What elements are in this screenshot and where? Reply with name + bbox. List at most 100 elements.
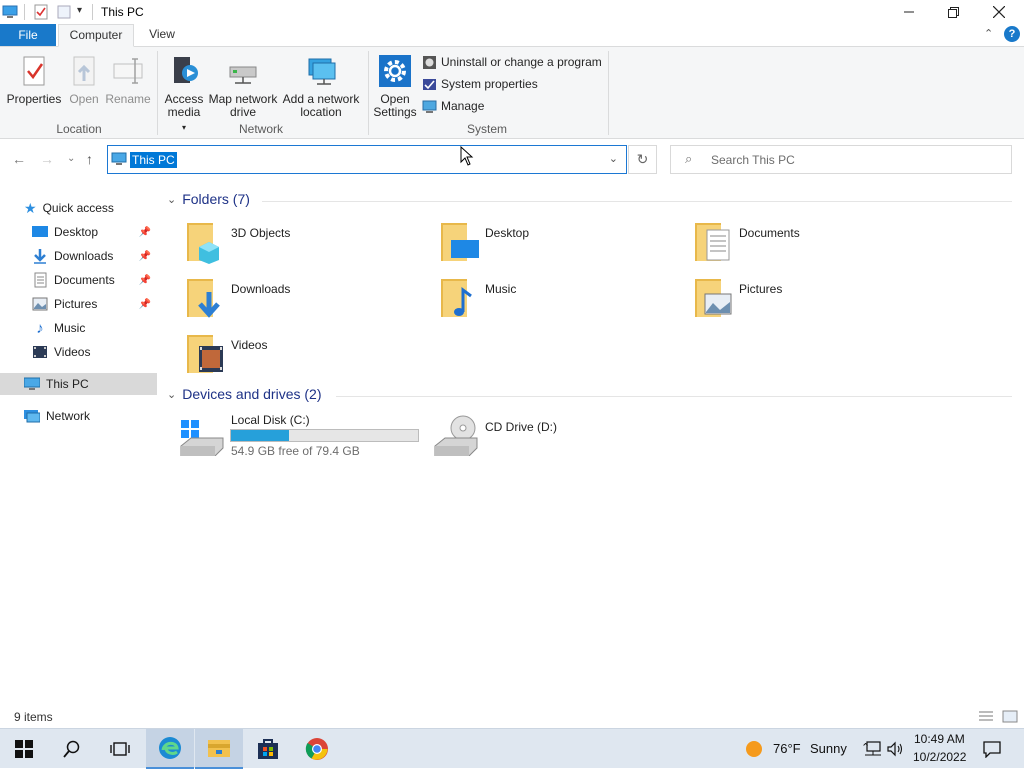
minimize-button[interactable] — [886, 0, 932, 24]
quick-access-dropdown-icon[interactable]: ▾ — [77, 5, 82, 16]
pin-icon[interactable]: 📌 — [139, 227, 151, 238]
add-network-location-button[interactable]: Add a network location — [280, 55, 362, 119]
search-taskbar-button[interactable] — [48, 729, 96, 769]
taskbar-file-explorer-button[interactable] — [195, 729, 243, 769]
windows-logo-icon — [15, 740, 33, 758]
address-path[interactable]: This PC — [130, 152, 177, 168]
sidebar-item-downloads[interactable]: Downloads 📌 — [0, 245, 157, 267]
collapse-ribbon-icon[interactable]: ⌃ — [984, 27, 993, 40]
taskbar-edge-button[interactable] — [146, 729, 194, 769]
forward-arrow-icon[interactable]: → — [40, 151, 54, 167]
folder-3d-objects[interactable]: 3D Objects — [185, 220, 425, 270]
back-arrow-icon[interactable]: ← — [12, 151, 26, 167]
group-network-label: Network — [238, 122, 283, 136]
properties-quick-icon[interactable] — [33, 4, 49, 20]
open-button[interactable]: Open — [66, 55, 102, 106]
close-button[interactable] — [976, 0, 1022, 24]
tab-computer[interactable]: Computer — [58, 24, 134, 47]
large-icons-view-icon[interactable] — [1002, 710, 1018, 723]
desktop-icon — [32, 226, 48, 237]
sidebar-item-documents[interactable]: Documents 📌 — [0, 269, 157, 291]
manage-icon — [422, 100, 437, 113]
sidebar-item-desktop[interactable]: Desktop 📌 — [0, 221, 157, 243]
weather-description[interactable]: Sunny — [810, 741, 847, 756]
taskbar: 76°F Sunny ⌃ 10:49 AM 10/2/2022 — [0, 728, 1024, 769]
sidebar-item-pictures[interactable]: Pictures 📌 — [0, 293, 157, 315]
network-status-icon[interactable] — [864, 741, 882, 757]
drive-cd-d[interactable]: CD Drive (D:) — [433, 412, 683, 462]
clock-time[interactable]: 10:49 AM — [914, 732, 965, 746]
recent-locations-chevron-icon[interactable]: ⌄ — [67, 153, 75, 164]
properties-button[interactable]: Properties — [6, 55, 62, 106]
devices-section-header[interactable]: ⌄ Devices and drives (2) — [167, 386, 322, 402]
add-location-label-2: location — [300, 105, 342, 119]
new-folder-quick-icon[interactable] — [56, 4, 72, 20]
taskbar-store-button[interactable] — [244, 729, 292, 769]
store-icon — [258, 739, 278, 759]
maximize-button[interactable] — [930, 0, 976, 24]
folder-documents[interactable]: Documents — [693, 220, 933, 270]
folder-music[interactable]: Music — [439, 276, 679, 326]
help-icon[interactable]: ? — [1004, 26, 1020, 42]
sidebar-item-music[interactable]: ♪ Music — [0, 317, 157, 339]
access-media-button[interactable]: Access media ▾ — [162, 55, 206, 134]
sidebar-label: Music — [54, 321, 86, 335]
start-button[interactable] — [0, 729, 48, 769]
notifications-icon[interactable] — [982, 740, 1002, 758]
folder-videos-icon — [187, 335, 223, 373]
system-properties-button[interactable]: System properties — [422, 75, 538, 93]
manage-button[interactable]: Manage — [422, 97, 484, 115]
folder-label: Documents — [739, 226, 800, 240]
refresh-button[interactable]: ↻ — [628, 145, 657, 174]
properties-icon — [23, 56, 45, 86]
tab-view[interactable]: View — [138, 24, 186, 47]
sidebar-item-quick-access[interactable]: ★ Quick access — [0, 197, 157, 219]
folder-pictures-icon — [695, 279, 732, 317]
pin-icon[interactable]: 📌 — [139, 299, 151, 310]
folder-downloads[interactable]: Downloads — [185, 276, 425, 326]
documents-icon — [34, 272, 47, 288]
clock-date[interactable]: 10/2/2022 — [913, 750, 966, 764]
manage-label: Manage — [441, 99, 485, 113]
pin-icon[interactable]: 📌 — [139, 251, 151, 262]
ribbon-separator — [368, 51, 369, 135]
sidebar-item-this-pc[interactable]: This PC — [0, 373, 157, 395]
access-media-label: Access media — [164, 92, 204, 119]
taskbar-chrome-button[interactable] — [293, 729, 341, 769]
sunny-weather-icon[interactable] — [745, 740, 763, 758]
folders-section-header[interactable]: ⌄ Folders (7) — [167, 191, 250, 207]
open-icon — [73, 56, 95, 86]
details-view-icon[interactable] — [978, 710, 994, 723]
drive-label: Local Disk (C:) — [231, 413, 310, 427]
folder-label: Desktop — [485, 226, 530, 240]
map-network-drive-button[interactable]: Map network drive — [207, 55, 279, 119]
folder-documents-icon — [695, 223, 730, 261]
uninstall-program-button[interactable]: Uninstall or change a program — [422, 53, 602, 71]
task-view-button[interactable] — [96, 729, 144, 769]
address-dropdown-chevron-icon[interactable]: ⌄ — [609, 152, 618, 165]
computer-icon[interactable] — [2, 4, 18, 20]
address-bar[interactable]: This PC ⌄ — [107, 145, 627, 174]
folder-videos[interactable]: Videos — [185, 332, 425, 382]
videos-icon — [33, 346, 47, 358]
navigation-pane: ★ Quick access Desktop 📌 Downloads 📌 Doc… — [0, 190, 157, 700]
devices-header-label: Devices and drives (2) — [182, 386, 322, 402]
folder-desktop[interactable]: Desktop — [439, 220, 679, 270]
pin-icon[interactable]: 📌 — [139, 275, 151, 286]
sidebar-item-videos[interactable]: Videos — [0, 341, 157, 363]
open-settings-button[interactable]: Open Settings — [372, 55, 418, 119]
folders-header-label: Folders (7) — [182, 191, 250, 207]
drive-local-disk-c[interactable]: Local Disk (C:) 54.9 GB free of 79.4 GB — [179, 412, 429, 462]
search-box[interactable]: ⌕ Search This PC — [670, 145, 1012, 174]
mouse-cursor-icon — [460, 146, 474, 166]
speaker-volume-icon[interactable] — [886, 740, 904, 758]
sidebar-item-network[interactable]: Network — [0, 405, 157, 427]
properties-label: Properties — [6, 92, 62, 106]
up-arrow-icon[interactable]: ↑ — [86, 151, 93, 167]
ribbon: Properties Open Rename Location Access m… — [0, 46, 1024, 139]
rename-button[interactable]: Rename — [104, 55, 152, 106]
weather-temperature[interactable]: 76°F — [773, 741, 801, 756]
folder-pictures[interactable]: Pictures — [693, 276, 933, 326]
tab-file[interactable]: File — [0, 24, 56, 46]
folder-label: Videos — [231, 338, 268, 352]
